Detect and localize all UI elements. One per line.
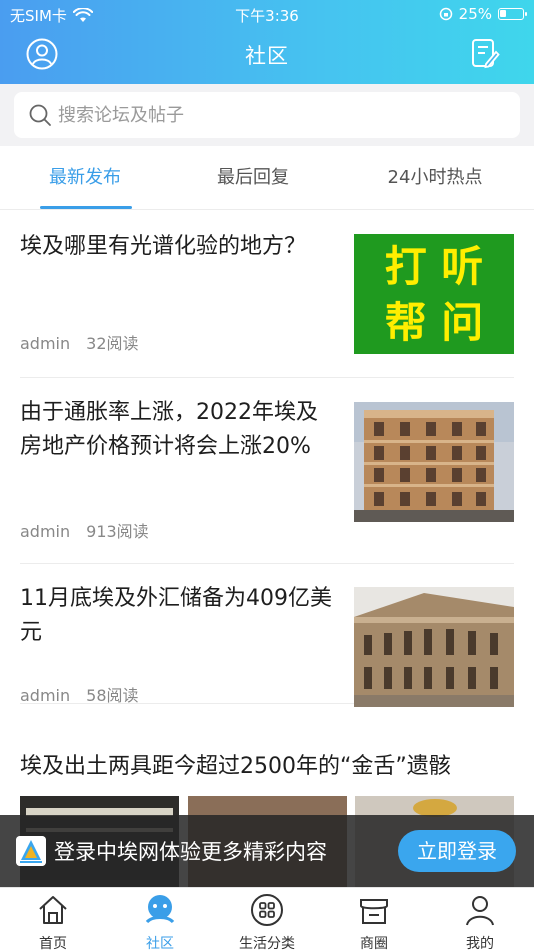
tabbar-label: 社区 [146,936,174,950]
apartment-building-image [354,402,514,522]
search-icon [29,104,51,126]
tabbar-item-community[interactable]: 社区 [120,892,200,950]
article-meta: admin 58阅读 [20,682,139,706]
article-author: admin [20,686,71,705]
article-author: admin [20,334,71,353]
feed-tabs: 最新发布 最后回复 24小时热点 [0,146,534,210]
article-title[interactable]: 埃及哪里有光谱化验的地方？ [20,230,338,264]
article-title[interactable]: 埃及出土两具距今超过2500年的“金舌”遗骸 [20,750,514,784]
home-icon [39,896,67,924]
login-prompt-bar: 登录中埃网体验更多精彩内容 立即登录 [0,815,534,887]
search-area [0,84,534,146]
header: 无SIM卡 下午3:36 25% 社区 [0,0,534,84]
tabbar-item-shop[interactable]: 商圈 [334,892,414,950]
community-icon [145,895,175,924]
active-tab-indicator [40,206,132,209]
article-thumbnail[interactable] [354,587,514,707]
tabbar-label: 我的 [466,936,494,950]
login-prompt-text: 登录中埃网体验更多精彩内容 [54,840,327,864]
search-box[interactable] [14,92,520,138]
article-reads: 913阅读 [86,522,149,541]
article-thumbnail[interactable]: 打 听 帮 问 [354,234,514,354]
profile-icon [466,896,494,926]
tabbar-item-home[interactable]: 首页 [13,892,93,950]
page-title: 社区 [245,44,289,68]
search-input[interactable] [58,104,478,126]
tabbar-label: 首页 [39,936,67,950]
bank-building-image [354,587,514,707]
article-meta: admin 913阅读 [20,518,149,542]
app-logo-icon [16,836,46,866]
article-item[interactable]: 埃及哪里有光谱化验的地方？ admin 32阅读 打 听 帮 问 [20,230,514,378]
tabbar-item-category[interactable]: 生活分类 [227,892,307,950]
article-reads: 58阅读 [86,686,139,705]
tab-latest[interactable]: 最新发布 [20,146,150,210]
thumbnail-line-1: 打 听 [384,242,484,291]
tabbar-item-profile[interactable]: 我的 [440,892,520,950]
bottom-tab-bar: 首页 社区 生活分类 商圈 我的 [0,887,534,950]
article-title[interactable]: 11月底埃及外汇储备为409亿美元 [20,582,338,650]
login-button[interactable]: 立即登录 [398,830,516,872]
article-meta: admin 32阅读 [20,330,139,354]
category-icon [251,894,283,926]
compose-post-icon[interactable] [470,38,500,70]
tab-24h-hot[interactable]: 24小时热点 [360,146,510,210]
article-reads: 32阅读 [86,334,139,353]
article-item[interactable]: 11月底埃及外汇储备为409亿美元 admin 58阅读 [20,582,514,707]
orientation-lock-icon [439,7,452,21]
tabbar-label: 商圈 [360,936,388,950]
battery-icon [498,8,527,20]
article-thumbnail[interactable] [354,402,514,522]
shop-icon [360,899,388,924]
tab-last-reply[interactable]: 最后回复 [188,146,318,210]
status-bar: 无SIM卡 下午3:36 25% [0,0,534,28]
thumbnail-line-2: 帮 问 [384,298,484,347]
tabbar-label: 生活分类 [239,936,295,950]
article-title[interactable]: 由于通胀率上涨，2022年埃及房地产价格预计将会上涨20% [20,396,338,464]
article-author: admin [20,522,71,541]
article-item[interactable]: 由于通胀率上涨，2022年埃及房地产价格预计将会上涨20% admin 913阅读 [20,396,514,564]
battery-percent: 25% [458,5,492,23]
